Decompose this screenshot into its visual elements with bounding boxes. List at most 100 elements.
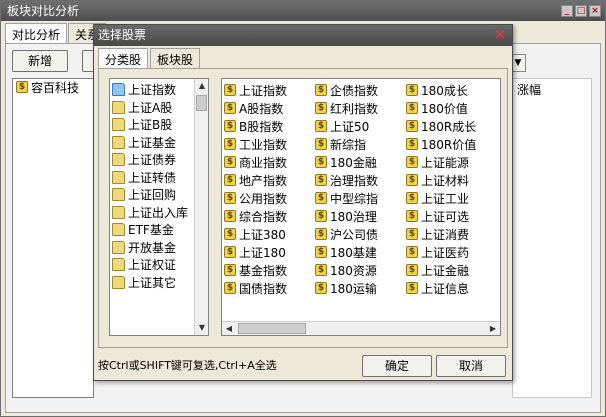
folder-icon	[112, 118, 125, 132]
list-item[interactable]: $ 中型综指	[315, 189, 406, 207]
list-item-label: 上证信息	[421, 281, 470, 296]
list-item[interactable]: $ 上证医药	[406, 243, 497, 261]
add-button[interactable]: 新增	[12, 50, 68, 72]
list-item-label: 综合指数	[239, 209, 288, 224]
list-item[interactable]: $180成长	[406, 81, 497, 99]
tree-item-label: 上证权证	[128, 258, 177, 273]
list-item[interactable]: $ 上证金融	[406, 261, 497, 279]
close-icon[interactable]: ×	[589, 5, 601, 17]
index-icon: $	[224, 192, 236, 204]
list-item[interactable]: $ B股指数	[224, 117, 315, 135]
list-item[interactable]: $ 上证380	[224, 225, 315, 243]
scroll-right-icon[interactable]: ▶	[486, 322, 500, 335]
list-item[interactable]: $ 治理指数	[315, 171, 406, 189]
list-item[interactable]: $ 上证能源	[406, 153, 497, 171]
index-icon: $	[315, 282, 327, 294]
tree-item[interactable]: 开放基金	[112, 239, 196, 257]
tree-item[interactable]: ETF基金	[112, 221, 196, 239]
scroll-thumb[interactable]	[238, 323, 306, 334]
list-item[interactable]: $180金融	[315, 153, 406, 171]
list-item[interactable]: $ 新综指	[315, 135, 406, 153]
list-item[interactable]: $180价值	[406, 99, 497, 117]
tree-item-label: 上证指数	[128, 83, 177, 98]
list-item[interactable]: $180治理	[315, 207, 406, 225]
scroll-left-icon[interactable]: ◀	[222, 322, 236, 335]
list-item[interactable]: $ 上证消费	[406, 225, 497, 243]
maximize-icon[interactable]: □	[575, 5, 587, 17]
list-item[interactable]: $ 上证工业	[406, 189, 497, 207]
multi-select-hint: 按Ctrl或SHIFT键可复选,Ctrl+A全选	[98, 359, 277, 372]
list-item[interactable]: $ 上证可选	[406, 207, 497, 225]
list-item-label: 商业指数	[239, 155, 288, 170]
tree-item[interactable]: 上证基金	[112, 134, 196, 152]
list-item[interactable]: $ 沪公司债	[315, 225, 406, 243]
dialog-panel: 上证指数 上证A股 上证B股 上证基金 上证债券 上证转债 上证回购 上证出入库 ETF基金 开放…	[98, 68, 508, 348]
tree-item[interactable]: 上证指数	[112, 81, 196, 99]
tree-item[interactable]: 上证出入库	[112, 204, 196, 222]
list-item[interactable]: $180R价值	[406, 135, 497, 153]
tree-item-label: 上证B股	[128, 118, 173, 133]
tree-item[interactable]: 上证权证	[112, 256, 196, 274]
list-item[interactable]: $180运输	[315, 279, 406, 297]
list-item[interactable]: $180基建	[315, 243, 406, 261]
list-item-label: 上证材料	[421, 173, 470, 188]
list-item[interactable]: $ 容百科技	[13, 79, 93, 95]
scroll-thumb[interactable]	[196, 95, 207, 111]
list-horizontal-scrollbar[interactable]: ◀ ▶	[222, 321, 500, 335]
list-item[interactable]: $ 上证50	[315, 117, 406, 135]
list-item-label: 180R成长	[421, 119, 477, 134]
ok-button[interactable]: 确定	[362, 355, 432, 377]
tree-item[interactable]: 上证其它	[112, 274, 196, 292]
scroll-up-icon[interactable]: ▲	[195, 79, 208, 93]
index-icon: $	[224, 210, 236, 222]
list-item[interactable]: $ A股指数	[224, 99, 315, 117]
list-item-label: 工业指数	[239, 137, 288, 152]
cancel-button[interactable]: 取消	[436, 355, 506, 377]
folder-icon	[112, 100, 125, 114]
list-item[interactable]: $ 地产指数	[224, 171, 315, 189]
list-item[interactable]: $ 基金指数	[224, 261, 315, 279]
minimize-icon[interactable]: _	[561, 5, 573, 17]
list-column: $ 上证指数 $ A股指数 $ B股指数 $ 工业指数 $ 商业指数 $ 地产指数 $ 公用指数 $ 综合指数…	[224, 81, 315, 297]
list-item-label: 180基建	[330, 245, 377, 260]
index-icon: $	[315, 138, 327, 150]
tree-item[interactable]: 上证A股	[112, 99, 196, 117]
list-item[interactable]: $ 公用指数	[224, 189, 315, 207]
list-item[interactable]: $ 企债指数	[315, 81, 406, 99]
list-item[interactable]: $ 国债指数	[224, 279, 315, 297]
tree-item[interactable]: 上证B股	[112, 116, 196, 134]
list-item-label: 上证消费	[421, 227, 470, 242]
list-item[interactable]: $ 商业指数	[224, 153, 315, 171]
index-icon: $	[315, 210, 327, 222]
tree-item[interactable]: 上证转债	[112, 169, 196, 187]
main-tabs: 对比分析 关系	[5, 23, 107, 45]
list-item[interactable]: $ 综合指数	[224, 207, 315, 225]
list-item[interactable]: $ 工业指数	[224, 135, 315, 153]
list-item[interactable]: $ 上证180	[224, 243, 315, 261]
list-item[interactable]: $ 红利指数	[315, 99, 406, 117]
result-panel: 涨幅	[512, 78, 592, 398]
index-icon: $	[224, 174, 236, 186]
list-item[interactable]: $180资源	[315, 261, 406, 279]
list-item[interactable]: $ 上证材料	[406, 171, 497, 189]
list-item-label: 上证50	[330, 119, 370, 134]
list-item[interactable]: $ 上证信息	[406, 279, 497, 297]
index-list: $ 上证指数 $ A股指数 $ B股指数 $ 工业指数 $ 商业指数 $ 地产指数 $ 公用指数 $ 综合指数…	[221, 78, 501, 336]
list-item-label: 上证金融	[421, 263, 470, 278]
scroll-down-icon[interactable]: ▼	[195, 321, 208, 335]
index-icon: $	[406, 210, 418, 222]
list-item-label: 180治理	[330, 209, 377, 224]
tree-item[interactable]: 上证债券	[112, 151, 196, 169]
list-item[interactable]: $180R成长	[406, 117, 497, 135]
folder-icon	[112, 83, 125, 97]
list-item-label: 地产指数	[239, 173, 288, 188]
folder-icon	[112, 188, 125, 202]
tab-compare[interactable]: 对比分析	[5, 23, 68, 45]
close-icon[interactable]: ✕	[492, 27, 508, 43]
index-icon: $	[315, 228, 327, 240]
tree-scrollbar[interactable]: ▲ ▼	[194, 79, 208, 335]
main-window-title: 板块对比分析	[1, 1, 605, 21]
list-item[interactable]: $ 上证指数	[224, 81, 315, 99]
list-column: $180成长 $180价值 $180R成长 $180R价值 $ 上证能源 $ 上证材料 $ 上证工…	[406, 81, 497, 297]
tree-item[interactable]: 上证回购	[112, 186, 196, 204]
